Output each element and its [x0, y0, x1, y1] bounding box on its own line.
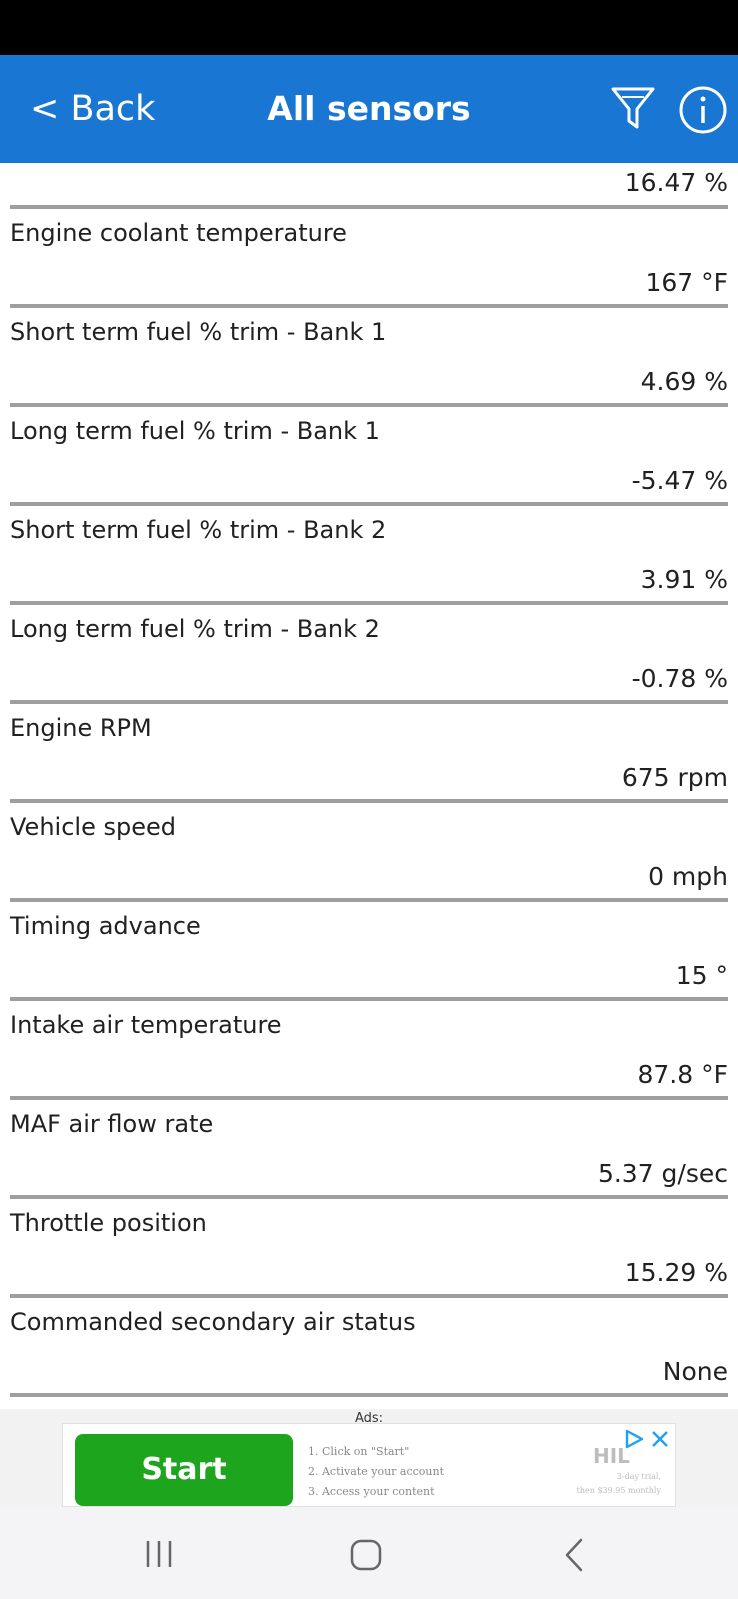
- sensor-value: 4.69 %: [640, 367, 728, 396]
- sensor-row: Vehicle speed 0 mph: [0, 803, 738, 902]
- ad-step: 1. Click on "Start": [308, 1445, 410, 1458]
- sensor-row: Long term fuel % trim - Bank 2 -0.78 %: [0, 605, 738, 704]
- screen: < Back All sensors 16.47 % Engine coolan…: [0, 0, 738, 1599]
- sensor-value: -5.47 %: [631, 466, 728, 495]
- sensor-name: Throttle position: [10, 1209, 207, 1237]
- sensor-row: MAF air flow rate 5.37 g/sec: [0, 1100, 738, 1199]
- sensor-value: 675 rpm: [621, 763, 728, 792]
- sensor-name: Vehicle speed: [10, 813, 176, 841]
- home-icon[interactable]: [349, 1538, 383, 1572]
- sensor-row: Intake air temperature 87.8 °F: [0, 1001, 738, 1100]
- close-icon[interactable]: [649, 1428, 671, 1450]
- status-bar: [0, 0, 738, 55]
- ad-choices-icon[interactable]: [623, 1428, 645, 1450]
- sensor-value: 87.8 °F: [637, 1060, 729, 1089]
- info-icon[interactable]: [678, 85, 728, 135]
- nav-back-icon[interactable]: [562, 1537, 586, 1573]
- sensor-value: -0.78 %: [631, 664, 728, 693]
- filter-icon[interactable]: [610, 85, 656, 133]
- sensor-name: Engine RPM: [10, 714, 152, 742]
- sensor-name: Commanded secondary air status: [10, 1308, 416, 1336]
- ad-start-button[interactable]: Start: [75, 1434, 293, 1506]
- sensor-name: Long term fuel % trim - Bank 1: [10, 417, 380, 445]
- sensor-name: Short term fuel % trim - Bank 2: [10, 516, 387, 544]
- sensor-row: Throttle position 15.29 %: [0, 1199, 738, 1298]
- sensor-value: 15 °: [675, 961, 728, 990]
- sensor-row: Commanded secondary air status None: [0, 1298, 738, 1397]
- ad-fineprint-line: then $39.95 monthly: [576, 1486, 661, 1495]
- sensor-row: Short term fuel % trim - Bank 1 4.69 %: [0, 308, 738, 407]
- ad-step: 2. Activate your account: [308, 1465, 445, 1478]
- ad-banner[interactable]: Start 1. Click on "Start" 2. Activate yo…: [62, 1423, 676, 1507]
- sensor-row: Engine RPM 675 rpm: [0, 704, 738, 803]
- system-nav-bar: [0, 1507, 738, 1599]
- sensor-row: Timing advance 15 °: [0, 902, 738, 1001]
- sensor-name: Engine coolant temperature: [10, 219, 347, 247]
- recents-icon[interactable]: [144, 1539, 174, 1569]
- sensor-value: None: [662, 1357, 728, 1386]
- ad-steps: 1. Click on "Start" 2. Activate your acc…: [308, 1442, 508, 1502]
- app-bar: < Back All sensors: [0, 55, 738, 163]
- divider: [10, 1393, 728, 1397]
- ad-area: Ads: Start 1. Click on "Start" 2. Activa…: [0, 1409, 738, 1507]
- sensor-row: Long term fuel % trim - Bank 1 -5.47 %: [0, 407, 738, 506]
- sensor-name: Intake air temperature: [10, 1011, 282, 1039]
- sensor-name: Short term fuel % trim - Bank 1: [10, 318, 387, 346]
- sensor-value: 15.29 %: [624, 1258, 728, 1287]
- ad-fineprint-line: 3-day trial,: [616, 1472, 661, 1481]
- ad-fineprint: 3-day trial, then $39.95 monthly: [551, 1470, 661, 1498]
- sensor-list[interactable]: 16.47 % Engine coolant temperature 167 °…: [0, 163, 738, 1409]
- sensor-row: Short term fuel % trim - Bank 2 3.91 %: [0, 506, 738, 605]
- sensor-value: 167 °F: [645, 268, 728, 297]
- ad-step: 3. Access your content: [308, 1485, 435, 1498]
- sensor-name: MAF air flow rate: [10, 1110, 214, 1138]
- sensor-value: 16.47 %: [624, 168, 728, 197]
- sensor-name: Timing advance: [10, 912, 201, 940]
- sensor-value: 5.37 g/sec: [597, 1159, 728, 1188]
- sensor-name: Long term fuel % trim - Bank 2: [10, 615, 380, 643]
- sensor-value: 3.91 %: [640, 565, 728, 594]
- sensor-value: 0 mph: [648, 862, 728, 891]
- sensor-row: Engine coolant temperature 167 °F: [0, 209, 738, 308]
